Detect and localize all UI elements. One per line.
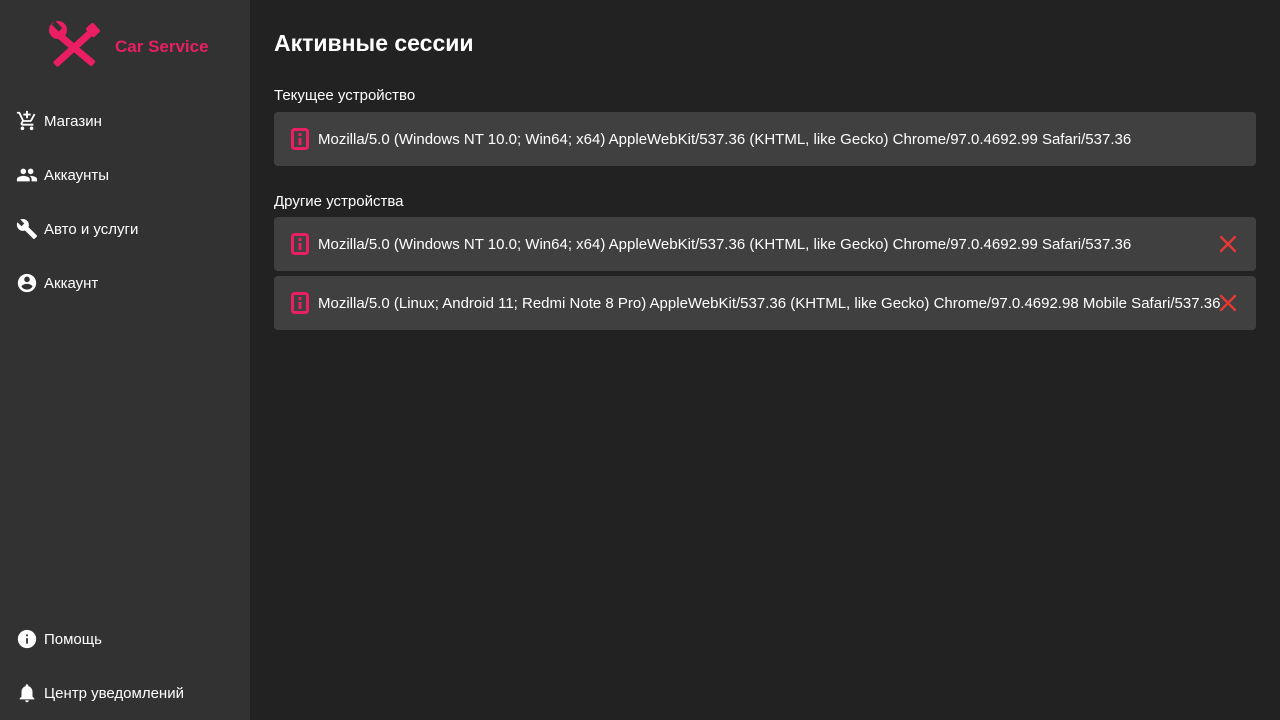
- people-icon: [15, 163, 39, 187]
- account-circle-icon: [15, 271, 39, 295]
- device-icon: [291, 233, 309, 255]
- sidebar-item-label: Центр уведомлений: [44, 684, 184, 702]
- current-device-heading: Текущее устройство: [274, 87, 416, 104]
- close-icon[interactable]: [1218, 234, 1238, 254]
- session-user-agent: Mozilla/5.0 (Linux; Android 11; Redmi No…: [318, 294, 1221, 312]
- sidebar-item-label: Магазин: [44, 112, 102, 130]
- wrench-icon: [15, 217, 39, 241]
- session-user-agent: Mozilla/5.0 (Windows NT 10.0; Win64; x64…: [318, 235, 1132, 253]
- sidebar-item-label: Авто и услуги: [44, 220, 139, 238]
- sidebar-item-notifications[interactable]: Центр уведомлений: [0, 666, 250, 720]
- sidebar-item-shop[interactable]: Магазин: [0, 94, 250, 148]
- sidebar-item-label: Аккаунт: [44, 274, 99, 292]
- device-icon: [291, 128, 309, 150]
- session-card: Mozilla/5.0 (Windows NT 10.0; Win64; x64…: [274, 217, 1256, 271]
- cart-icon: [15, 109, 39, 133]
- tools-icon: [49, 20, 100, 67]
- other-devices-heading: Другие устройства: [274, 193, 404, 210]
- session-card: Mozilla/5.0 (Linux; Android 11; Redmi No…: [274, 276, 1256, 330]
- sidebar: Car Service Магазин Аккаунты Авто и услу…: [0, 0, 250, 720]
- device-icon: [291, 292, 309, 314]
- brand-name: Car Service: [115, 37, 209, 56]
- sidebar-item-label: Аккаунты: [44, 166, 110, 184]
- sidebar-item-accounts[interactable]: Аккаунты: [0, 148, 250, 202]
- bell-icon: [15, 681, 39, 705]
- brand[interactable]: Car Service: [46, 20, 209, 74]
- page-title: Активные сессии: [274, 30, 474, 56]
- main-content: Активные сессии Текущее устройство Mozil…: [250, 0, 1280, 720]
- current-session-card: Mozilla/5.0 (Windows NT 10.0; Win64; x64…: [274, 112, 1256, 166]
- app: Car Service Магазин Аккаунты Авто и услу…: [0, 0, 1280, 720]
- sidebar-item-cars-services[interactable]: Авто и услуги: [0, 202, 250, 256]
- sidebar-nav: Магазин Аккаунты Авто и услуги Аккаунт: [0, 94, 250, 310]
- session-user-agent: Mozilla/5.0 (Windows NT 10.0; Win64; x64…: [318, 130, 1132, 148]
- sidebar-item-label: Помощь: [44, 630, 102, 648]
- sidebar-bottom-nav: Помощь Центр уведомлений: [0, 612, 250, 720]
- sidebar-item-help[interactable]: Помощь: [0, 612, 250, 666]
- close-icon[interactable]: [1218, 293, 1238, 313]
- info-icon: [15, 627, 39, 651]
- sidebar-item-account[interactable]: Аккаунт: [0, 256, 250, 310]
